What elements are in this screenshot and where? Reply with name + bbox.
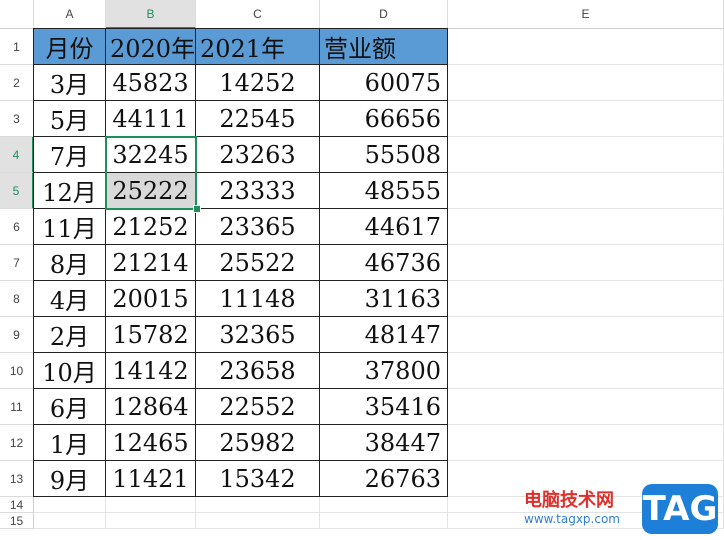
table-cell[interactable]: 21252 [105,208,196,245]
table-cell[interactable]: 5月 [33,100,106,137]
table-cell[interactable]: 3月 [33,64,106,101]
table-header-cell[interactable]: 月份 [33,28,106,65]
table-cell[interactable]: 23263 [195,136,320,173]
table-cell[interactable]: 66656 [319,100,448,137]
table-cell[interactable]: 1月 [33,424,106,461]
table-cell[interactable]: 9月 [33,460,106,497]
empty-cell[interactable] [448,65,724,101]
row-header-7[interactable]: 7 [0,245,34,281]
table-cell[interactable]: 23658 [195,352,320,389]
table-cell[interactable]: 48555 [319,172,448,209]
watermark-site-name: 电脑技术网 [524,490,614,511]
table-cell[interactable]: 2月 [33,316,106,353]
empty-cell[interactable] [34,497,106,513]
row-header-12[interactable]: 12 [0,425,34,461]
column-header-b[interactable]: B [106,0,196,29]
table-cell[interactable]: 21214 [105,244,196,281]
watermark: 电脑技术网 www.tagxp.com TAG [514,480,724,540]
spreadsheet-grid[interactable]: A B C D E 1 2 3 4 5 6 7 8 9 10 11 12 13 14 15 月份 2020年 2021年 营业… [0,0,724,540]
column-header-c[interactable]: C [196,0,320,29]
row-header-14[interactable]: 14 [0,497,34,513]
empty-cell[interactable] [448,281,724,317]
table-header-cell[interactable]: 2020年 [105,28,196,65]
column-header-d[interactable]: D [320,0,448,29]
table-cell[interactable]: 26763 [319,460,448,497]
empty-cell[interactable] [448,353,724,389]
empty-cell[interactable] [448,389,724,425]
table-cell[interactable]: 46736 [319,244,448,281]
column-header-e[interactable]: E [448,0,724,29]
row-header-9[interactable]: 9 [0,317,34,353]
empty-cell[interactable] [448,173,724,209]
row-header-13[interactable]: 13 [0,461,34,497]
table-cell[interactable]: 12月 [33,172,106,209]
tag-logo: TAG [642,484,718,534]
empty-cell[interactable] [320,497,448,513]
table-header-cell[interactable]: 营业额 [319,28,448,65]
table-cell[interactable]: 44617 [319,208,448,245]
table-cell[interactable]: 32245 [105,136,196,173]
table-cell[interactable]: 7月 [33,136,106,173]
table-cell[interactable]: 32365 [195,316,320,353]
empty-cell[interactable] [106,497,196,513]
table-cell[interactable]: 38447 [319,424,448,461]
row-header-5[interactable]: 5 [0,173,34,209]
empty-cell[interactable] [448,425,724,461]
select-all-corner[interactable] [0,0,34,29]
row-header-8[interactable]: 8 [0,281,34,317]
empty-cell[interactable] [106,513,196,529]
table-cell[interactable]: 12465 [105,424,196,461]
table-cell[interactable]: 11421 [105,460,196,497]
table-cell[interactable]: 15342 [195,460,320,497]
row-header-11[interactable]: 11 [0,389,34,425]
table-cell[interactable]: 6月 [33,388,106,425]
table-cell[interactable]: 25982 [195,424,320,461]
table-cell[interactable]: 25522 [195,244,320,281]
empty-cell[interactable] [34,513,106,529]
table-cell[interactable]: 10月 [33,352,106,389]
table-cell[interactable]: 25222 [105,172,196,209]
table-cell[interactable]: 23333 [195,172,320,209]
empty-cell[interactable] [320,513,448,529]
row-header-4[interactable]: 4 [0,137,34,173]
table-cell[interactable]: 45823 [105,64,196,101]
column-header-a[interactable]: A [34,0,106,29]
row-header-6[interactable]: 6 [0,209,34,245]
empty-cell[interactable] [448,29,724,65]
table-cell[interactable]: 48147 [319,316,448,353]
empty-cell[interactable] [448,317,724,353]
table-cell[interactable]: 31163 [319,280,448,317]
table-cell[interactable]: 22545 [195,100,320,137]
table-cell[interactable]: 4月 [33,280,106,317]
empty-cell[interactable] [448,209,724,245]
table-cell[interactable]: 14142 [105,352,196,389]
row-header-3[interactable]: 3 [0,101,34,137]
table-header-cell[interactable]: 2021年 [195,28,320,65]
empty-cell[interactable] [448,245,724,281]
table-cell[interactable]: 14252 [195,64,320,101]
row-header-1[interactable]: 1 [0,29,34,65]
empty-cell[interactable] [196,497,320,513]
table-cell[interactable]: 12864 [105,388,196,425]
table-cell[interactable]: 55508 [319,136,448,173]
table-cell[interactable]: 22552 [195,388,320,425]
watermark-url: www.tagxp.com [524,512,620,526]
row-header-15[interactable]: 15 [0,513,34,529]
row-header-10[interactable]: 10 [0,353,34,389]
table-cell[interactable]: 11月 [33,208,106,245]
table-cell[interactable]: 35416 [319,388,448,425]
table-cell[interactable]: 20015 [105,280,196,317]
row-header-2[interactable]: 2 [0,65,34,101]
empty-cell[interactable] [448,101,724,137]
fill-handle[interactable] [193,205,201,213]
table-cell[interactable]: 60075 [319,64,448,101]
empty-cell[interactable] [196,513,320,529]
empty-cell[interactable] [448,137,724,173]
table-cell[interactable]: 37800 [319,352,448,389]
table-cell[interactable]: 11148 [195,280,320,317]
table-cell[interactable]: 15782 [105,316,196,353]
table-cell[interactable]: 8月 [33,244,106,281]
table-cell[interactable]: 44111 [105,100,196,137]
table-cell[interactable]: 23365 [195,208,320,245]
